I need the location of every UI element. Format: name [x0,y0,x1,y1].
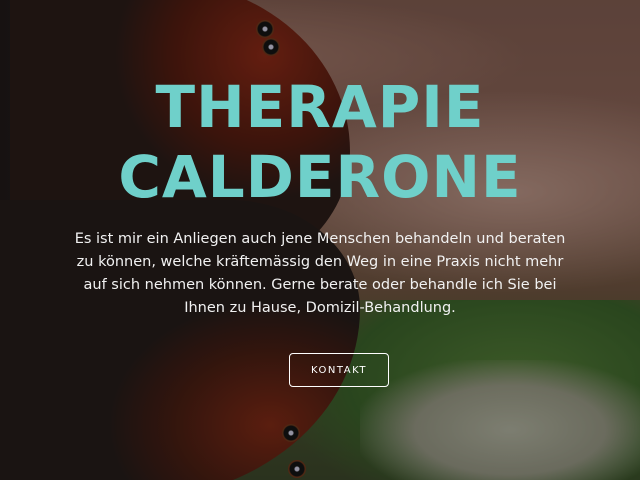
hero-title-line-1: THERAPIE [155,73,485,141]
hero-title-line-2: CALDERONE [118,143,522,211]
hero-section: THERAPIE CALDERONE Es ist mir ein Anlieg… [0,0,640,480]
hero-title: THERAPIE CALDERONE [0,72,640,212]
contact-button[interactable]: KONTAKT [289,353,389,387]
hero-description: Es ist mir ein Anliegen auch jene Mensch… [74,231,566,316]
